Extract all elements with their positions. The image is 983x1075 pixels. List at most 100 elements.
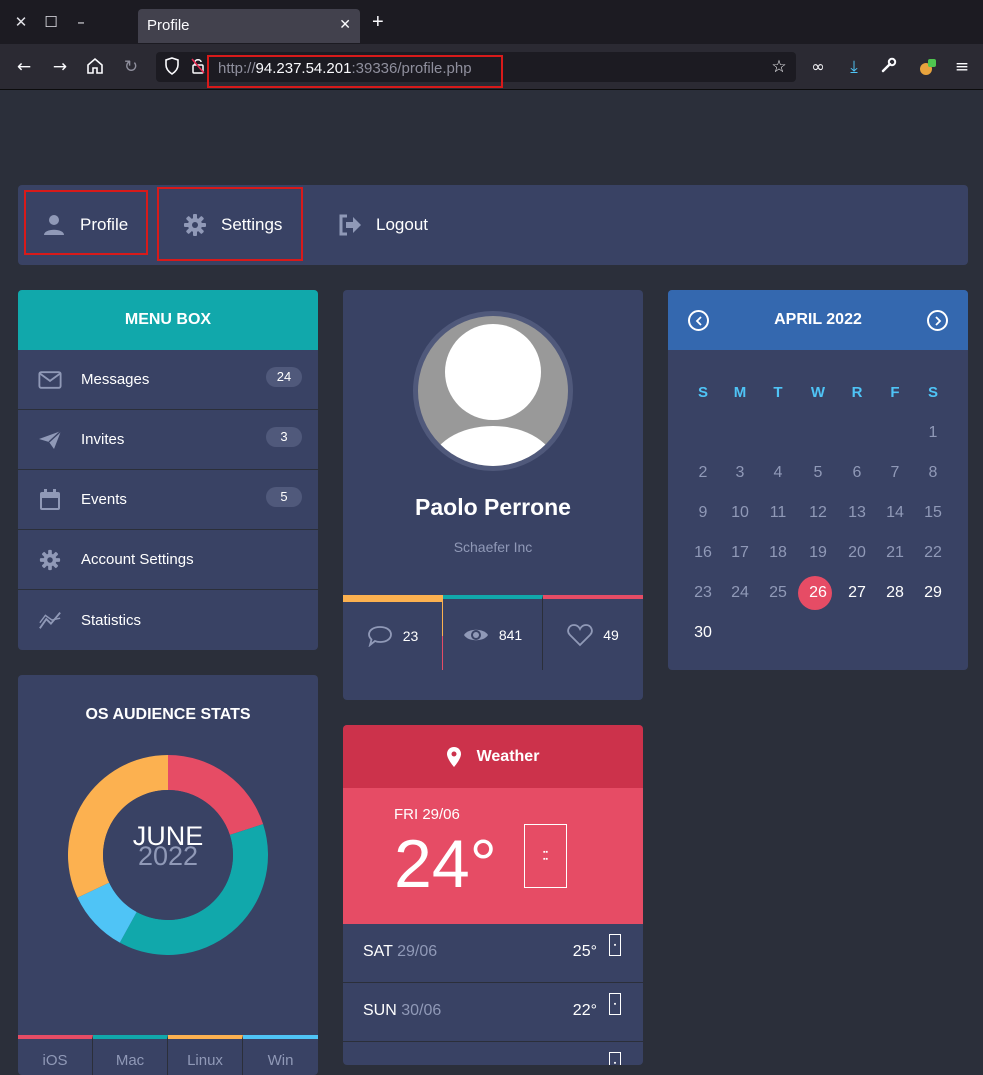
calendar-day[interactable]: 11 xyxy=(761,503,795,523)
private-mask-icon[interactable]: ∞ xyxy=(808,57,828,77)
weekday-label: F xyxy=(890,384,900,401)
menu-item-events[interactable]: Events 5 xyxy=(18,470,318,530)
browser-titlebar: ✕ ☐ – Profile ✕ + xyxy=(0,0,983,44)
calendar-day[interactable]: 2 xyxy=(686,463,720,483)
calendar-day[interactable]: 16 xyxy=(686,543,720,563)
forecast-day: SAT xyxy=(363,943,393,960)
calendar-day[interactable]: 23 xyxy=(686,583,720,603)
calendar-day[interactable]: 20 xyxy=(840,543,874,563)
back-icon[interactable]: ← xyxy=(14,57,34,77)
calendar-day[interactable]: 28 xyxy=(878,583,912,603)
comments-stat[interactable]: 23 xyxy=(343,595,443,670)
comment-icon xyxy=(367,625,393,647)
calendar-header: APRIL 2022 xyxy=(668,290,968,350)
calendar-day[interactable]: 9 xyxy=(686,503,720,523)
close-window-icon[interactable]: ✕ xyxy=(13,14,29,30)
new-tab-icon[interactable]: + xyxy=(372,12,384,32)
weather-today-temp: 24° xyxy=(394,826,497,902)
calendar-day[interactable]: 5 xyxy=(801,463,835,483)
profile-name: Paolo Perrone xyxy=(415,494,571,520)
menu-hamburger-icon[interactable]: ≡ xyxy=(952,57,972,77)
likes-count: 49 xyxy=(603,626,619,643)
home-icon[interactable] xyxy=(85,57,105,77)
calendar-day[interactable]: 27 xyxy=(840,583,874,603)
prev-month-icon[interactable] xyxy=(688,310,709,331)
count-badge: 5 xyxy=(266,487,302,507)
calendar-day[interactable]: 14 xyxy=(878,503,912,523)
legend-win: Win xyxy=(243,1035,318,1075)
calendar-day-today[interactable]: 26 xyxy=(801,583,835,603)
donut-year: 2022 xyxy=(137,841,199,871)
forward-icon[interactable]: → xyxy=(50,57,70,77)
forecast-row: SUN 30/06 22° ▪ xyxy=(343,983,643,1042)
forecast-date: 29/06 xyxy=(397,943,438,960)
downloads-icon[interactable]: ⤓ xyxy=(844,57,864,77)
menu-item-invites[interactable]: Invites 3 xyxy=(18,410,318,470)
calendar-day[interactable]: 13 xyxy=(840,503,874,523)
next-month-icon[interactable] xyxy=(927,310,948,331)
shield-icon[interactable] xyxy=(162,57,182,77)
eye-icon xyxy=(463,626,489,644)
menu-item-account-settings[interactable]: Account Settings xyxy=(18,530,318,590)
weather-title: Weather xyxy=(476,747,540,765)
calendar-day[interactable]: 4 xyxy=(761,463,795,483)
forecast-day: SUN xyxy=(363,1002,397,1019)
calendar-day[interactable]: 29 xyxy=(916,583,950,603)
calendar-day[interactable]: 18 xyxy=(761,543,795,563)
calendar-day[interactable]: 24 xyxy=(723,583,757,603)
calendar-day[interactable]: 15 xyxy=(916,503,950,523)
views-stat[interactable]: 841 xyxy=(443,595,543,670)
insecure-lock-icon[interactable] xyxy=(188,57,208,77)
legend-linux: Linux xyxy=(168,1035,243,1075)
weather-condition-icon: ▪▪ ▪▪ xyxy=(524,824,567,888)
calendar-day[interactable]: 7 xyxy=(878,463,912,483)
menu-item-label: Statistics xyxy=(81,611,142,629)
weekday-label: T xyxy=(773,384,783,401)
calendar-day[interactable]: 10 xyxy=(723,503,757,523)
nav-logout-label: Logout xyxy=(376,215,428,234)
menu-item-label: Invites xyxy=(81,431,125,448)
menu-item-messages[interactable]: Messages 24 xyxy=(18,350,318,410)
calendar-widget: APRIL 2022 S M T W R F S 1 2 3 4 5 6 7 8 9 10 11 12 13 14 15 1… xyxy=(668,290,968,670)
calendar-day[interactable]: 19 xyxy=(801,543,835,563)
url-text[interactable]: http://94.237.54.201:39336/profile.php xyxy=(218,60,472,77)
comments-count: 23 xyxy=(402,628,419,644)
calendar-day[interactable]: 21 xyxy=(878,543,912,563)
calendar-day[interactable]: 17 xyxy=(723,543,757,563)
menu-box: MENU BOX Messages 24 Invites 3 Events 5 … xyxy=(18,290,318,650)
os-stats-title: OS AUDIENCE STATS xyxy=(85,706,251,723)
calendar-day[interactable]: 25 xyxy=(761,583,795,603)
calendar-day[interactable]: 1 xyxy=(916,423,950,443)
avatar[interactable] xyxy=(413,311,573,471)
wrench-icon[interactable] xyxy=(879,57,899,77)
minimize-window-icon[interactable]: – xyxy=(73,14,89,30)
nav-logout[interactable]: Logout xyxy=(338,185,428,265)
extension-icon[interactable] xyxy=(917,57,937,77)
likes-stat[interactable]: 49 xyxy=(543,595,643,670)
menu-box-title: MENU BOX xyxy=(18,290,318,350)
profile-highlight xyxy=(24,190,148,255)
maximize-window-icon[interactable]: ☐ xyxy=(43,14,59,30)
heart-icon xyxy=(567,623,593,647)
weekday-label: S xyxy=(927,384,938,401)
calendar-day[interactable]: 8 xyxy=(916,463,950,483)
map-marker-icon xyxy=(446,746,461,767)
close-tab-icon[interactable]: ✕ xyxy=(339,16,351,33)
views-count: 841 xyxy=(498,626,523,643)
calendar-day[interactable]: 30 xyxy=(686,623,720,643)
menu-item-label: Account Settings xyxy=(81,551,194,568)
bookmark-star-icon[interactable]: ☆ xyxy=(769,57,789,77)
calendar-day[interactable]: 22 xyxy=(916,543,950,563)
forecast-row: SAT 29/06 25° ▪ xyxy=(343,924,643,983)
menu-item-label: Messages xyxy=(81,371,150,388)
browser-tab[interactable]: Profile ✕ xyxy=(138,9,360,43)
calendar-day[interactable]: 3 xyxy=(723,463,757,483)
reload-icon[interactable]: ↻ xyxy=(121,57,141,77)
menu-item-statistics[interactable]: Statistics xyxy=(18,590,318,650)
settings-highlight xyxy=(157,187,303,261)
calendar-day[interactable]: 12 xyxy=(801,503,835,523)
count-badge: 24 xyxy=(266,367,302,387)
calendar-icon xyxy=(38,488,62,512)
profile-company: Schaefer Inc xyxy=(453,539,533,555)
calendar-day[interactable]: 6 xyxy=(840,463,874,483)
